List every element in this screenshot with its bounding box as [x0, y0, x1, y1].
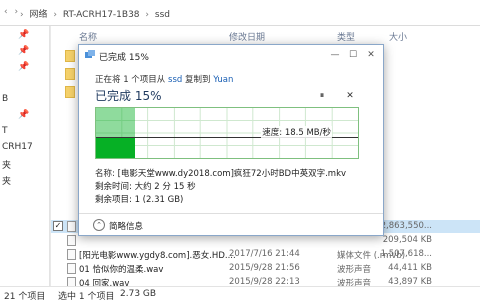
transfer-speed-graph: 速度: 18.5 MB/秒 [95, 107, 359, 159]
speed-readout: 速度: 18.5 MB/秒 [261, 126, 332, 138]
pause-button[interactable]: ⏸ [315, 89, 329, 103]
speed-area [96, 138, 136, 158]
item-count: 21 个项目 [4, 292, 46, 300]
sidebar-item[interactable]: B [2, 94, 8, 104]
file-size: 2,863,550... [380, 221, 432, 231]
column-header-size[interactable]: 大小 [389, 30, 407, 44]
fewer-details-label: 简略信息 [109, 222, 144, 232]
file-size: 44,411 KB [388, 263, 432, 273]
progress-status: 已完成 15% [95, 89, 162, 103]
chevron-up-icon: ⌃ [93, 219, 105, 231]
remaining-time: 剩余时间: 大约 2 分 15 秒 [95, 182, 196, 192]
chevron-right-icon: › [53, 10, 57, 20]
folder-icon [65, 68, 75, 80]
nav-back-forward[interactable]: ‹ › [4, 7, 20, 17]
checkbox[interactable]: ✓ [53, 221, 63, 231]
file-date: 2017/7/16 21:44 [229, 249, 300, 259]
status-bar: 21 个项目 选中 1 个项目 2.73 GB [0, 286, 480, 300]
file-size: 1,507,618... [380, 249, 432, 259]
audio-file-icon [67, 263, 76, 274]
chevron-right-icon: › [145, 10, 150, 20]
column-header-name[interactable]: 名称 [79, 30, 97, 44]
breadcrumb-item-network[interactable]: 网络 [29, 10, 47, 20]
pin-icon: 📌 [18, 62, 30, 72]
source-link[interactable]: ssd [168, 75, 182, 85]
file-icon [67, 249, 76, 260]
remaining-items: 剩余项目: 1 (2.31 GB) [95, 195, 184, 205]
sidebar-item[interactable]: T [2, 126, 8, 136]
copy-description: 正在将 1 个项目从 ssd 复制到 Yuan [95, 73, 233, 85]
file-name: 01 恰似你的温柔.wav [79, 265, 164, 275]
table-row[interactable]: 01 恰似你的温柔.wav 2015/9/28 21:56 波形声音 44,41… [51, 262, 480, 275]
file-name: [阳光电影www.ygdy8.com].恶女.HD.... [79, 251, 236, 261]
close-button[interactable]: ✕ [363, 48, 379, 62]
address-bar: ‹ › › 网络 › RT-ACRH17-1B38 › ssd [0, 0, 480, 26]
file-icon [67, 235, 76, 246]
pin-icon: 📌 [18, 30, 30, 40]
file-date: 2015/9/28 21:56 [229, 263, 300, 273]
copy-icon [85, 50, 95, 58]
selected-count: 选中 1 个项目 [58, 292, 115, 300]
file-name-value: [电影天堂www.dy2018.com]疯狂72小时BD中英双字.mkv [117, 169, 347, 179]
copy-description-mid: 复制到 [182, 75, 214, 85]
pin-icon: 📌 [18, 110, 30, 120]
table-row[interactable]: [阳光电影www.ygdy8.com].恶女.HD.... 2017/7/16 … [51, 248, 480, 261]
column-header-date[interactable]: 修改日期 [229, 30, 265, 44]
sidebar-item-computer[interactable]: CRH17 [2, 142, 33, 152]
file-name-label: 名称: [95, 169, 115, 179]
dialog-titlebar[interactable]: 已完成 15% — ☐ ✕ [79, 45, 383, 65]
copy-progress-dialog: 已完成 15% — ☐ ✕ 正在将 1 个项目从 ssd 复制到 Yuan 已完… [78, 44, 384, 236]
file-icon [67, 221, 76, 232]
cancel-copy-button[interactable]: ✕ [343, 89, 357, 103]
column-header-type[interactable]: 类型 [337, 30, 355, 44]
file-name-info: 名称: [电影天堂www.dy2018.com]疯狂72小时BD中英双字.mkv [95, 167, 346, 179]
selected-size: 2.73 GB [120, 289, 157, 299]
dialog-title: 已完成 15% [99, 53, 149, 63]
breadcrumb-item-router[interactable]: RT-ACRH17-1B38 [63, 10, 140, 20]
copy-description-prefix: 正在将 1 个项目从 [95, 75, 169, 85]
sidebar-item-folder[interactable]: 夹 [2, 174, 11, 187]
breadcrumb[interactable]: › 网络 › RT-ACRH17-1B38 › ssd [20, 7, 173, 20]
destination-link[interactable]: Yuan [213, 75, 233, 85]
folder-icon [65, 50, 75, 62]
maximize-button[interactable]: ☐ [345, 48, 361, 62]
breadcrumb-item-ssd[interactable]: ssd [155, 10, 170, 20]
navigation-pane[interactable]: 📌 📌 📌 B 📌 T CRH17 夹 夹 [0, 26, 50, 286]
pin-icon: 📌 [18, 46, 30, 56]
file-type: 波形声音 [337, 265, 372, 275]
minimize-button[interactable]: — [327, 48, 343, 62]
folder-icon [65, 86, 75, 98]
file-size: 209,504 KB [382, 235, 432, 245]
sidebar-item-folder[interactable]: 夹 [2, 158, 11, 171]
chevron-right-icon: › [20, 10, 24, 20]
divider [79, 213, 383, 214]
